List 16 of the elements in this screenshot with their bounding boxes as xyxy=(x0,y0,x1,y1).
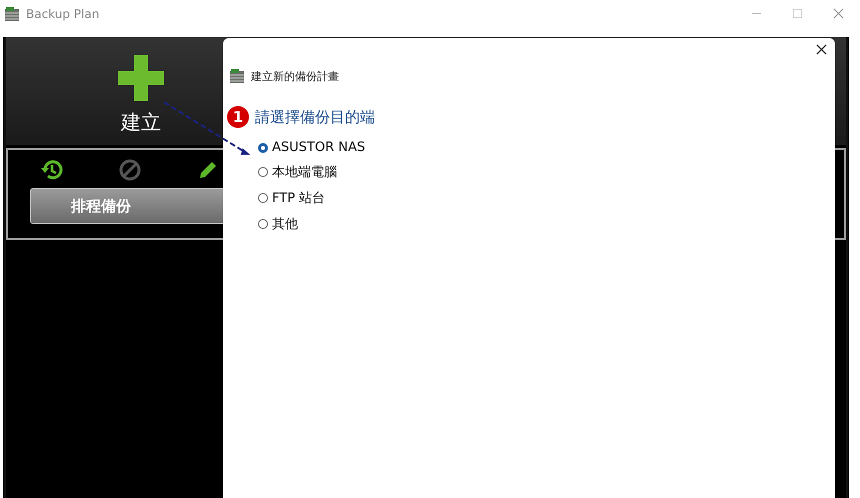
create-label[interactable]: 建立 xyxy=(121,109,161,136)
app-icon xyxy=(4,6,20,22)
window-title: Backup Plan xyxy=(26,6,100,20)
radio-button[interactable] xyxy=(258,167,268,177)
radio-button[interactable] xyxy=(258,193,268,203)
step-heading: 請選擇備份目的端 xyxy=(255,108,375,126)
step-number-badge: 1 xyxy=(227,106,249,128)
radio-option[interactable]: ASUSTOR NAS xyxy=(258,140,835,155)
radio-option[interactable]: 本地端電腦 xyxy=(258,163,835,181)
close-icon[interactable] xyxy=(816,44,827,55)
radio-button[interactable] xyxy=(258,219,268,229)
radio-button[interactable] xyxy=(258,142,268,152)
history-icon[interactable] xyxy=(40,158,64,182)
dialog-title: 建立新的備份計畫 xyxy=(251,68,339,84)
app-icon xyxy=(229,68,245,84)
plus-icon[interactable] xyxy=(118,55,164,101)
